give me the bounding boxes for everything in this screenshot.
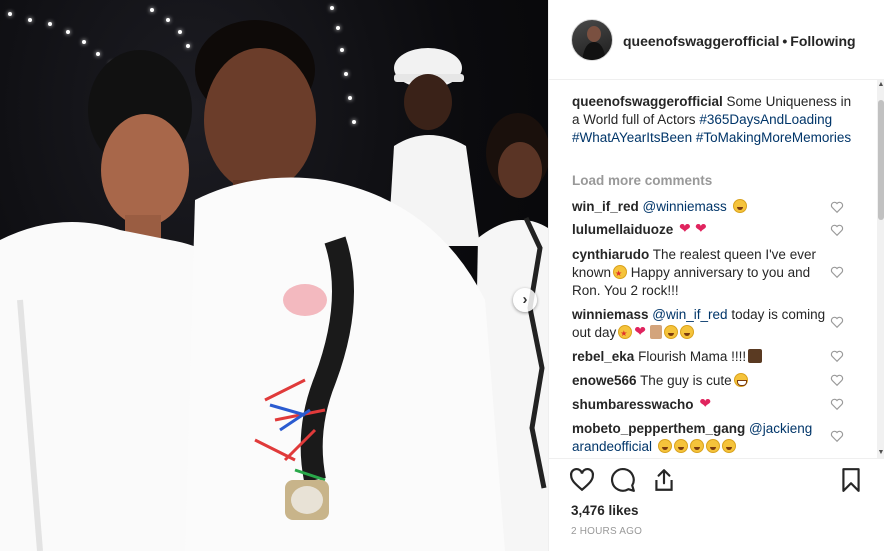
comment-username[interactable]: enowe566: [572, 373, 637, 388]
laughing-emoji-icon: [732, 199, 747, 213]
comment-like-heart-icon[interactable]: [830, 429, 844, 443]
post-caption: queenofswaggerofficial Some Uniqueness i…: [572, 93, 862, 147]
avatar[interactable]: [571, 19, 613, 61]
comment-item: cynthiarudo The realest queen I've ever …: [572, 246, 834, 300]
praying-hands-emoji-icon: [650, 325, 663, 339]
hashtag-link[interactable]: #ToMakingMoreMemories: [696, 130, 851, 145]
comment-item: lulumellaiduoze: [572, 219, 834, 239]
hashtag-link[interactable]: #WhatAYearItsBeen: [572, 130, 692, 145]
post-details-panel: queenofswaggerofficial • Following queenof…: [548, 0, 884, 551]
comment-like-heart-icon[interactable]: [830, 349, 844, 363]
comment-like-heart-icon[interactable]: [830, 200, 844, 214]
scrollbar-thumb[interactable]: [878, 100, 884, 220]
hashtag-link[interactable]: #365DaysAndLoading: [699, 112, 832, 127]
post-timestamp[interactable]: 2 HOURS AGO: [571, 526, 642, 537]
comment-like-heart-icon[interactable]: [830, 315, 844, 329]
comment-item: win_if_red @winniemass: [572, 198, 834, 216]
post-actions: 3,476 likes 2 HOURS AGO: [549, 458, 884, 551]
heart-outline-icon[interactable]: [569, 467, 595, 493]
laughing-emoji-icon: [664, 325, 679, 339]
comment-like-heart-icon[interactable]: [830, 223, 844, 237]
post-photo[interactable]: ›: [0, 0, 548, 551]
scroll-up-arrow-icon[interactable]: ▲: [877, 80, 884, 90]
comment-item: enowe566 The guy is cute: [572, 372, 834, 390]
laughing-emoji-icon: [721, 439, 736, 453]
man-figure: [185, 20, 505, 551]
comment-item: winniemass @win_if_red today is coming o…: [572, 306, 834, 343]
laughing-emoji-icon: [657, 439, 672, 453]
header-separator: •: [782, 33, 788, 49]
comment-username[interactable]: lulumellaiduoze: [572, 222, 673, 237]
load-more-comments-button[interactable]: Load more comments: [572, 173, 712, 188]
raised-hands-emoji-icon: [748, 349, 763, 363]
laughing-emoji-icon: [673, 439, 688, 453]
bookmark-icon[interactable]: [838, 467, 864, 493]
likes-count[interactable]: 3,476 likes: [571, 503, 639, 518]
comment-username[interactable]: cynthiarudo: [572, 247, 649, 262]
red-heart-emoji-icon: [699, 394, 713, 412]
comment-text: The guy is cute: [640, 373, 732, 388]
comments-list[interactable]: queenofswaggerofficial Some Uniqueness i…: [549, 80, 877, 458]
laughing-emoji-icon: [705, 439, 720, 453]
comment-username[interactable]: rebel_eka: [572, 349, 634, 364]
comment-mention[interactable]: @win_if_red: [652, 307, 727, 322]
caption-username[interactable]: queenofswaggerofficial: [572, 94, 723, 109]
laughing-emoji-icon: [680, 325, 695, 339]
header-username[interactable]: queenofswaggerofficial: [623, 33, 779, 49]
comment-like-heart-icon[interactable]: [830, 397, 844, 411]
comment-bubble-icon[interactable]: [610, 467, 636, 493]
avatar-photo: [582, 26, 606, 60]
next-photo-button[interactable]: ›: [513, 288, 537, 312]
comment-item: shumbaresswacho: [572, 394, 834, 414]
comment-text: Flourish Mama !!!!: [638, 349, 747, 364]
comment-username[interactable]: mobeto_pepperthem_gang: [572, 421, 745, 436]
grinning-emoji-icon: [733, 373, 748, 387]
comment-username[interactable]: win_if_red: [572, 199, 639, 214]
comment-item: rebel_eka Flourish Mama !!!!: [572, 348, 834, 366]
red-heart-emoji-icon: [634, 322, 648, 340]
comment-like-heart-icon[interactable]: [830, 265, 844, 279]
scroll-down-arrow-icon[interactable]: ▼: [877, 448, 884, 458]
red-heart-emoji-icon: [679, 219, 693, 237]
comment-like-heart-icon[interactable]: [830, 373, 844, 387]
post-header: queenofswaggerofficial • Following: [549, 0, 884, 80]
comment-username[interactable]: shumbaresswacho: [572, 397, 694, 412]
comment-item: mobeto_pepperthem_gang @jackieng arandeo…: [572, 420, 834, 456]
star-struck-emoji-icon: [618, 325, 633, 343]
comment-mention[interactable]: @winniemass: [643, 199, 727, 214]
following-button[interactable]: Following: [790, 33, 855, 49]
comment-username[interactable]: winniemass: [572, 307, 649, 322]
share-icon[interactable]: [651, 467, 677, 493]
red-heart-emoji-icon: [695, 219, 709, 237]
laughing-emoji-icon: [689, 439, 704, 453]
header-user-line: queenofswaggerofficial • Following: [623, 33, 856, 49]
star-struck-emoji-icon: [613, 265, 628, 283]
comments-scrollbar[interactable]: ▲ ▼: [877, 80, 884, 458]
